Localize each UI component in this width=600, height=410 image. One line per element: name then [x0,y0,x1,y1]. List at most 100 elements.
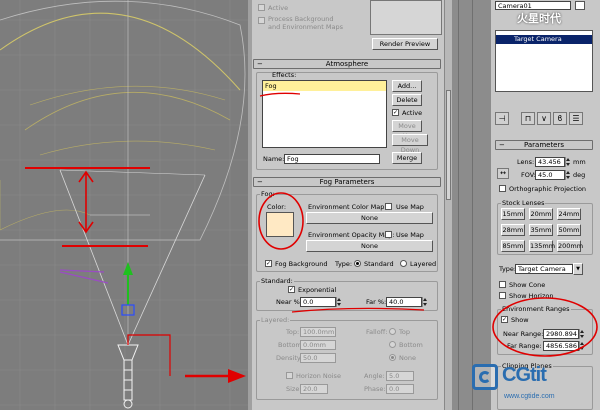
angle-field[interactable]: 5.0 [386,371,414,381]
object-name-field[interactable]: Camera01 [495,1,571,10]
atmosphere-title: Atmosphere [325,60,369,68]
modifier-stack-list[interactable]: Target Camera [495,30,593,92]
move-down-button[interactable]: Move Down [392,134,428,154]
render-preview-button[interactable]: Render Preview [372,38,438,50]
fov-field[interactable]: 45.0 [535,170,565,180]
top-label: Top: [286,328,300,336]
camera-viewport[interactable] [0,0,248,410]
horizon-noise-label: Horizon Noise [296,372,341,380]
near-range-field[interactable]: 2980.894 [543,329,579,339]
phase-field[interactable]: 0.0 [386,384,414,394]
bottom-field[interactable]: 0.0mm [300,340,336,350]
size-field[interactable]: 20.0 [300,384,328,394]
effect-active-label: Active [402,109,423,117]
show-end-result-icon[interactable]: ⊓ [521,112,535,125]
logo-mark-icon [472,364,498,390]
opacity-use-map-checkbox[interactable] [385,231,392,238]
lens-24mm-button[interactable]: 24mm [557,208,581,220]
logo-text: CGtit [502,364,547,386]
exponential-label: Exponential [298,286,337,294]
top-field[interactable]: 100.0mm [300,327,336,337]
lens-200mm-button[interactable]: 200mm [557,240,583,252]
fog-rollout-header[interactable]: − Fog Parameters [253,177,441,187]
lens-35mm-button[interactable]: 35mm [529,224,553,236]
falloff-label: Falloff: [366,328,388,336]
angle-label: Angle: [364,372,385,380]
opacity-map-none-button[interactable]: None [306,240,433,252]
effect-name-field[interactable]: Fog [284,154,380,164]
object-color-swatch[interactable] [575,1,585,10]
fog-color-swatch[interactable] [266,212,294,237]
near-percent-field[interactable]: 0.0 [300,297,336,307]
modifier-stack-item[interactable]: Target Camera [496,35,592,44]
show-horizon-checkbox[interactable] [499,292,506,299]
fog-background-checkbox[interactable]: ✓ [265,260,272,267]
fog-type-label: Type: [335,260,353,268]
exponential-checkbox[interactable]: ✓ [288,286,295,293]
near-spinner[interactable] [336,297,341,307]
fov-unit: deg [573,171,586,179]
dialog-scroll-thumb[interactable] [446,90,451,200]
lens-15mm-button[interactable]: 15mm [501,208,525,220]
move-up-button[interactable]: Move Up [392,120,422,140]
type-layered-label: Layered [410,260,437,268]
falloff-top-radio[interactable] [389,328,396,335]
horizon-noise-checkbox[interactable] [286,372,293,379]
lens-50mm-button[interactable]: 50mm [557,224,581,236]
viewport-scene [0,0,248,410]
opacity-use-map-label: Use Map [396,231,424,239]
show-cone-checkbox[interactable] [499,281,506,288]
lens-85mm-button[interactable]: 85mm [501,240,525,252]
configure-modifier-icon[interactable]: ☰ [569,112,583,125]
process-bg-label-2: and Environment Maps [268,23,343,31]
falloff-bottom-radio[interactable] [389,341,396,348]
effects-list[interactable]: Fog [262,80,387,148]
env-ranges-show-checkbox[interactable]: ✓ [501,316,508,323]
camera-type-select[interactable]: Target Camera [515,264,573,274]
orthographic-checkbox[interactable] [499,185,506,192]
fov-direction-icon[interactable]: ↔ [497,168,509,179]
far-range-field[interactable]: 4856.586 [543,341,579,351]
fog-group-label: Fog: [260,190,276,198]
lens-label: Lens: [517,158,535,166]
delete-effect-button[interactable]: Delete [392,94,422,106]
show-cone-label: Show Cone [509,281,546,289]
color-map-none-button[interactable]: None [306,212,433,224]
add-effect-button[interactable]: Add... [392,80,422,92]
parameters-rollout-header[interactable]: − Parameters [495,140,593,150]
density-field[interactable]: 50.0 [300,353,336,363]
collapse-icon: − [257,60,263,68]
fov-spinner[interactable] [565,170,570,180]
far-percent-field[interactable]: 40.0 [386,297,422,307]
lens-28mm-button[interactable]: 28mm [501,224,525,236]
chevron-down-icon[interactable]: ▼ [573,263,583,275]
process-bg-checkbox[interactable] [258,17,265,24]
effect-active-checkbox[interactable]: ✓ [392,109,399,116]
falloff-none-radio[interactable] [389,354,396,361]
near-range-spinner[interactable] [579,329,584,339]
show-horizon-label: Show Horizon [509,292,554,300]
remove-modifier-icon[interactable]: ϐ [553,112,567,125]
lens-field[interactable]: 43.456 [535,157,565,167]
atmosphere-rollout-header[interactable]: − Atmosphere [253,59,441,69]
lens-20mm-button[interactable]: 20mm [529,208,553,220]
lens-spinner[interactable] [565,157,570,167]
pin-stack-icon[interactable]: ⊣ [495,112,509,125]
standard-group-label: Standard: [260,277,294,285]
merge-button[interactable]: Merge [392,152,422,164]
make-unique-icon[interactable]: ∨ [537,112,551,125]
far-spinner[interactable] [422,297,427,307]
color-use-map-checkbox[interactable] [385,203,392,210]
phase-label: Phase: [364,385,386,393]
type-standard-radio[interactable] [354,260,361,267]
bg-active-checkbox[interactable] [258,4,265,11]
stock-lenses-label: Stock Lenses [501,199,546,207]
fov-label: FOV: [521,171,536,179]
dialog-scrollbar[interactable] [444,0,452,410]
type-layered-radio[interactable] [400,260,407,267]
far-range-spinner[interactable] [579,341,584,351]
name-label: Name: [263,155,285,163]
effects-list-item[interactable]: Fog [263,81,386,91]
lens-135mm-button[interactable]: 135mm [529,240,555,252]
env-opacity-map-label: Environment Opacity Map: [308,231,395,239]
